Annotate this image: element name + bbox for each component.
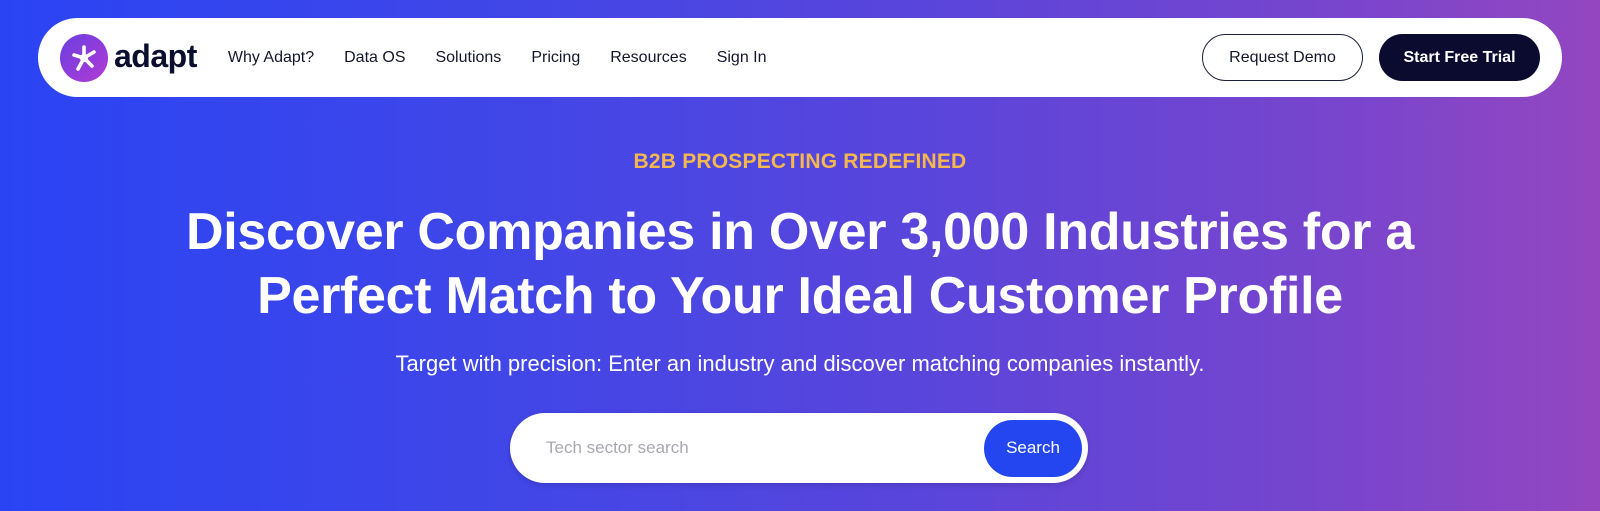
search-button[interactable]: Search [984, 419, 1082, 477]
adapt-logo-icon [60, 33, 108, 82]
hero-headline-line1: Discover Companies in Over 3,000 Industr… [186, 203, 1414, 261]
hero-eyebrow: B2B PROSPECTING REDEFINED [633, 150, 967, 173]
nav-link-resources[interactable]: Resources [610, 49, 686, 67]
nav-link-solutions[interactable]: Solutions [435, 49, 501, 67]
industry-search-input[interactable] [546, 438, 984, 458]
top-navbar: adapt Why Adapt? Data OS Solutions Prici… [38, 18, 1562, 97]
brand-wordmark: adapt [114, 37, 197, 74]
hero-headline-line2: Perfect Match to Your Ideal Customer Pro… [257, 267, 1343, 325]
nav-link-sign-in[interactable]: Sign In [717, 49, 767, 67]
start-free-trial-button[interactable]: Start Free Trial [1379, 34, 1540, 81]
nav-link-data-os[interactable]: Data OS [344, 49, 405, 67]
brand-logo-link[interactable]: adapt [60, 33, 197, 82]
nav-actions: Request Demo Start Free Trial [1202, 34, 1540, 81]
hero-subheadline: Target with precision: Enter an industry… [395, 351, 1205, 376]
nav-link-pricing[interactable]: Pricing [531, 49, 580, 67]
request-demo-button[interactable]: Request Demo [1202, 34, 1363, 81]
industry-search-bar: Search [510, 413, 1088, 483]
main-nav: Why Adapt? Data OS Solutions Pricing Res… [228, 49, 797, 67]
hero-headline: Discover Companies in Over 3,000 Industr… [0, 200, 1600, 328]
nav-link-why-adapt[interactable]: Why Adapt? [228, 49, 314, 67]
